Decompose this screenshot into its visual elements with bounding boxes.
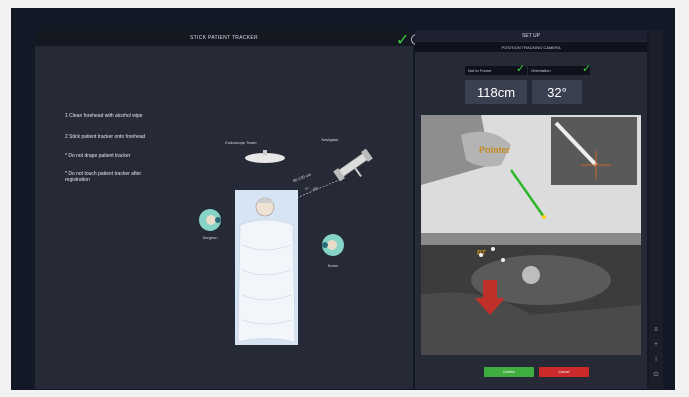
pointer-inset-view (551, 117, 637, 185)
navigator-label: Navigator (321, 137, 339, 142)
layers-icon[interactable]: ≡ (651, 325, 661, 335)
orientation-label: Orientation (528, 66, 590, 75)
setup-title: SET UP (415, 30, 647, 41)
plus-icon[interactable]: + (651, 340, 661, 350)
confirm-button[interactable]: Confirm (484, 367, 534, 377)
nurse-label: Nurse (327, 263, 339, 268)
endoscope-tower-icon (245, 150, 285, 163)
app-screen: STICK PATIENT TRACKER 1 Clean forehead w… (11, 8, 675, 390)
patient-tracker-overlay-label: PT (477, 250, 486, 257)
tracking-camera-feed: Pointer PT (421, 115, 641, 355)
distance-readout: 118cm (465, 80, 527, 104)
surgeon-label: Surgeon (202, 235, 218, 240)
angle-label: 0° - 45° (305, 186, 319, 191)
inset-image (551, 117, 637, 185)
surgeon-figure (199, 209, 221, 231)
nurse-figure (322, 234, 344, 256)
frame-ok-check-icon: ✓ (516, 63, 526, 75)
setup-panel: SET UP POSITION TRACKING CAMERA Not to F… (415, 30, 647, 389)
power-icon[interactable]: ⏻ (651, 370, 661, 380)
navigator-camera-icon (333, 148, 373, 182)
cancel-button[interactable]: Cancel (539, 367, 589, 377)
info-icon[interactable]: i (651, 355, 661, 365)
tracker-instructions-panel: STICK PATIENT TRACKER 1 Clean forehead w… (35, 30, 413, 389)
orientation-ok-check-icon: ✓ (582, 63, 592, 75)
pointer-overlay-label: Pointer (479, 145, 511, 155)
or-setup-diagram (199, 148, 373, 345)
step-complete-check-icon: ✓ (396, 32, 410, 49)
orientation-readout: 32° (532, 80, 582, 104)
tool-sidebar: ≡ + i ⏻ (649, 30, 663, 389)
setup-subtitle: POSITION TRACKING CAMERA (415, 42, 647, 52)
endoscope-tower-label: Endoscope Tower (225, 140, 257, 145)
